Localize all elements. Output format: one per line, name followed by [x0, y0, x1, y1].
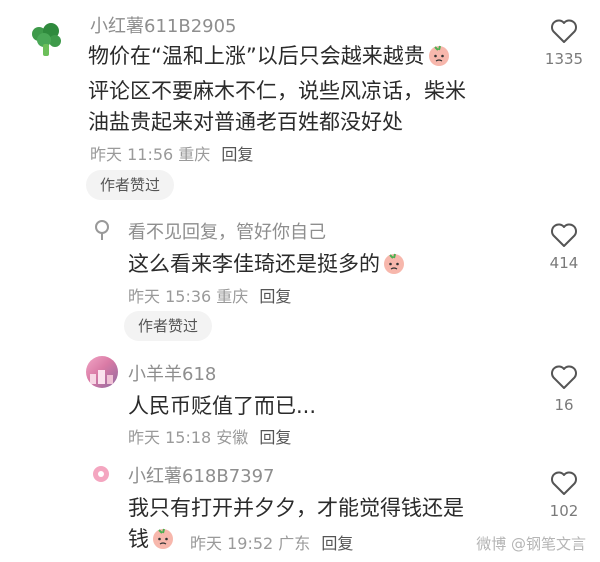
like-count: 16: [554, 396, 574, 414]
pin-icon: [95, 220, 109, 240]
comment-meta: 昨天 15:18 安徽 回复: [128, 424, 291, 448]
comment-time: 昨天 15:36: [128, 287, 212, 306]
comment-meta: 昨天 11:56 重庆 回复: [90, 141, 253, 165]
comment-line: 油盐贵起来对普通老百姓都没好处: [88, 110, 403, 134]
avatar[interactable]: [91, 464, 111, 484]
comment-time: 昨天 19:52: [190, 534, 274, 553]
comment-line: 钱: [128, 527, 149, 551]
username[interactable]: 看不见回复，管好你自己: [128, 218, 326, 244]
crying-face-emoji-icon: [427, 43, 451, 76]
username[interactable]: 小红薯618B7397: [128, 462, 275, 488]
avatar[interactable]: [24, 18, 68, 62]
avatar[interactable]: [86, 356, 118, 388]
comment-location: 安徽: [216, 428, 249, 447]
comment-location: 重庆: [216, 287, 249, 306]
comment-time: 昨天 15:18: [128, 428, 212, 447]
comment-text: 这么看来李佳琦还是挺多的: [128, 249, 406, 284]
watermark: 微博 @钢笔文言: [476, 535, 586, 553]
comment-location: 广东: [278, 534, 311, 553]
comment-line: 物价在“温和上涨”以后只会越来越贵: [88, 44, 425, 68]
like-count: 414: [549, 254, 579, 272]
reply-button[interactable]: 回复: [259, 287, 291, 306]
comment-meta: 昨天 15:36 重庆 回复: [128, 283, 291, 307]
username[interactable]: 小羊羊618: [128, 360, 216, 386]
like-button[interactable]: 16: [534, 364, 594, 414]
crying-face-emoji-icon: [382, 251, 406, 284]
comment-line: 人民币贬值了而已...: [128, 394, 317, 418]
username[interactable]: 小红薯611B2905: [90, 12, 237, 38]
reply-button[interactable]: 回复: [259, 428, 291, 447]
like-button[interactable]: 414: [534, 222, 594, 272]
avatar[interactable]: [90, 218, 114, 242]
heart-icon: [551, 19, 577, 43]
like-button[interactable]: 1335: [534, 18, 594, 68]
comment-text: 物价在“温和上涨”以后只会越来越贵 评论区不要麻木不仁，说些风凉话，柴米 油盐贵…: [88, 41, 466, 138]
photo-avatar: [90, 370, 113, 384]
heart-icon: [551, 223, 577, 247]
comment-location: 重庆: [178, 145, 211, 164]
author-liked-badge: 作者赞过: [124, 311, 213, 341]
like-button[interactable]: 102: [534, 470, 594, 520]
comment-meta: 昨天 19:52 广东 回复: [190, 530, 353, 554]
heart-icon: [551, 365, 577, 389]
donut-icon: [93, 466, 109, 482]
author-liked-badge: 作者赞过: [86, 170, 175, 200]
comment-line: 这么看来李佳琦还是挺多的: [128, 252, 380, 276]
comment-line: 我只有打开并夕夕，才能觉得钱还是: [128, 496, 464, 520]
heart-icon: [551, 471, 577, 495]
comment-time: 昨天 11:56: [90, 145, 174, 164]
comment-text: 人民币贬值了而已...: [128, 391, 316, 422]
comment-line: 评论区不要麻木不仁，说些风凉话，柴米: [88, 79, 466, 103]
like-count: 102: [549, 502, 579, 520]
reply-button[interactable]: 回复: [321, 534, 353, 553]
like-count: 1335: [544, 50, 584, 68]
reply-button[interactable]: 回复: [221, 145, 253, 164]
broccoli-icon: [32, 23, 61, 56]
crying-face-emoji-icon: [151, 526, 175, 559]
